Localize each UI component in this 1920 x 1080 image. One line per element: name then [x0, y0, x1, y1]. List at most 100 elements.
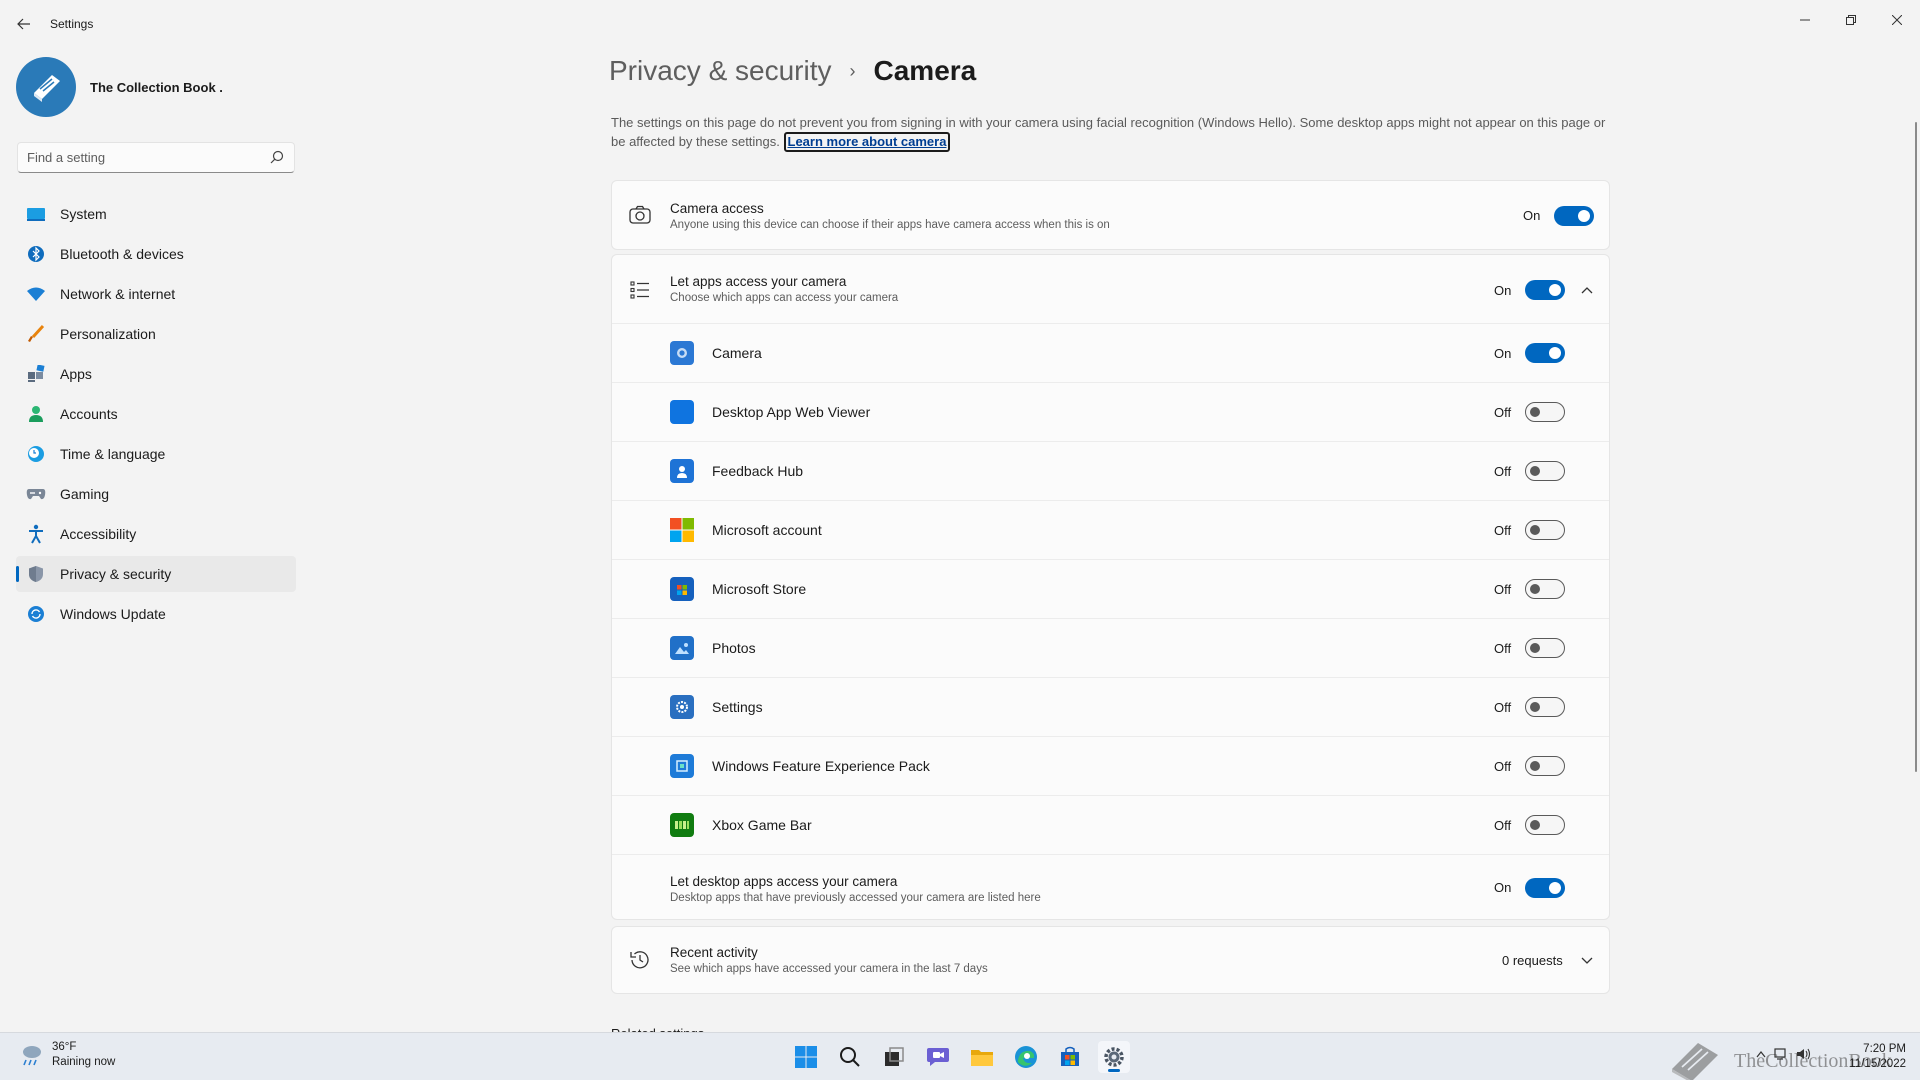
restore-button[interactable]	[1828, 4, 1874, 36]
app-name: Feedback Hub	[712, 463, 804, 479]
avatar	[16, 57, 76, 117]
app-row-settings: Settings Off	[612, 678, 1609, 737]
wifi-icon	[26, 284, 46, 304]
title-bar: Settings	[0, 0, 1920, 48]
minimize-button[interactable]	[1782, 4, 1828, 36]
sidebar-item-label: Privacy & security	[60, 566, 172, 582]
weather-widget[interactable]: 36°F Raining now	[18, 1040, 115, 1070]
sidebar-item-label: Personalization	[60, 326, 156, 342]
app-toggle-microsoft-store[interactable]	[1525, 579, 1565, 599]
sidebar-item-gaming[interactable]: Gaming	[16, 476, 296, 512]
sidebar-item-windows-update[interactable]: Windows Update	[16, 596, 296, 632]
sidebar-item-label: Time & language	[60, 446, 166, 462]
store-icon[interactable]	[1054, 1041, 1086, 1073]
app-row-xbox-game-bar: Xbox Game Bar Off	[612, 796, 1609, 855]
sidebar-item-accounts[interactable]: Accounts	[16, 396, 296, 432]
search-input[interactable]	[18, 143, 248, 172]
accessibility-icon	[26, 524, 46, 544]
start-icon[interactable]	[790, 1041, 822, 1073]
app-row-microsoft-store: Microsoft Store Off	[612, 560, 1609, 619]
desktop-apps-state: On	[1494, 880, 1512, 895]
desktop-apps-toggle[interactable]	[1525, 878, 1565, 898]
system-tray	[1756, 1047, 1812, 1064]
user-profile[interactable]: The Collection Book .	[16, 56, 223, 118]
back-arrow-icon[interactable]	[12, 12, 36, 36]
camera-access-row: Camera access Anyone using this device c…	[612, 181, 1609, 249]
sidebar-item-network[interactable]: Network & internet	[16, 276, 296, 312]
let-apps-state: On	[1494, 283, 1512, 298]
sidebar-nav: System Bluetooth & devices Network & int…	[16, 196, 296, 636]
network-icon[interactable]	[1774, 1047, 1788, 1064]
sidebar-item-label: Accounts	[60, 406, 118, 422]
app-name: Desktop App Web Viewer	[712, 404, 871, 420]
app-name: Microsoft account	[712, 522, 822, 538]
taskbar: 36°F Raining now TheCollectionBook 7:20 …	[0, 1032, 1920, 1080]
camera-icon	[629, 204, 651, 226]
app-toggle-desktop-app-web-viewer[interactable]	[1525, 402, 1565, 422]
vertical-scrollbar[interactable]	[1915, 122, 1917, 772]
search-icon	[270, 150, 284, 164]
app-toggle-xbox-game-bar[interactable]	[1525, 815, 1565, 835]
sidebar-item-privacy-security[interactable]: Privacy & security	[16, 556, 296, 592]
recent-activity-card[interactable]: Recent activity See which apps have acce…	[611, 926, 1610, 994]
profile-name: The Collection Book .	[90, 79, 223, 95]
app-access-card: Let apps access your camera Choose which…	[611, 254, 1610, 920]
sidebar-item-label: Bluetooth & devices	[60, 246, 184, 262]
sidebar-item-label: Accessibility	[60, 526, 137, 542]
sidebar-item-accessibility[interactable]: Accessibility	[16, 516, 296, 552]
page-title: Camera	[873, 55, 977, 86]
breadcrumb-parent[interactable]: Privacy & security	[609, 55, 832, 87]
let-apps-row: Let apps access your camera Choose which…	[612, 255, 1609, 324]
settings-icon[interactable]	[1098, 1041, 1130, 1073]
volume-icon[interactable]	[1796, 1047, 1812, 1064]
system-icon	[26, 204, 46, 224]
app-toggle-microsoft-account[interactable]	[1525, 520, 1565, 540]
book-logo-icon	[34, 75, 60, 102]
learn-more-link[interactable]: Learn more about camera	[783, 132, 951, 152]
app-state: Off	[1494, 640, 1512, 656]
app-toggle-feedback-hub[interactable]	[1525, 461, 1565, 481]
app-state: Off	[1494, 463, 1512, 479]
app-title: Settings	[50, 17, 94, 31]
brush-icon	[26, 324, 46, 344]
camera-access-toggle[interactable]	[1554, 206, 1594, 226]
chevron-up-tray-icon[interactable]	[1756, 1047, 1766, 1064]
desktop-apps-subtitle: Desktop apps that have previously access…	[670, 892, 1041, 904]
recent-activity-count: 0 requests	[1502, 953, 1563, 968]
sidebar-item-personalization[interactable]: Personalization	[16, 316, 296, 352]
list-icon	[629, 279, 651, 301]
sidebar-item-bluetooth[interactable]: Bluetooth & devices	[16, 236, 296, 272]
recent-activity-row: Recent activity See which apps have acce…	[612, 927, 1609, 993]
task-view-icon[interactable]	[878, 1041, 910, 1073]
chat-icon[interactable]	[922, 1041, 954, 1073]
weather-condition: Raining now	[52, 1056, 116, 1068]
apps-icon	[26, 364, 46, 384]
app-row-desktop-app-web-viewer: Desktop App Web Viewer Off	[612, 383, 1609, 442]
app-toggle-camera[interactable]	[1525, 343, 1565, 363]
edge-icon[interactable]	[1010, 1041, 1042, 1073]
app-toggle-settings[interactable]	[1525, 697, 1565, 717]
settings-app-icon	[670, 695, 694, 719]
sidebar-item-label: Apps	[60, 366, 92, 382]
sidebar-item-system[interactable]: System	[16, 196, 296, 232]
accounts-icon	[26, 404, 46, 424]
let-apps-toggle[interactable]	[1525, 280, 1565, 300]
clock-date: 11/15/2022	[1849, 1058, 1906, 1070]
sidebar-item-apps[interactable]: Apps	[16, 356, 296, 392]
search-icon[interactable]	[834, 1041, 866, 1073]
app-toggle-photos[interactable]	[1525, 638, 1565, 658]
xbox-game-bar-icon	[670, 813, 694, 837]
chevron-down-icon[interactable]	[1577, 951, 1597, 971]
clock[interactable]: 7:20 PM 11/15/2022	[1846, 1042, 1906, 1072]
weather-temp: 36°F	[52, 1041, 77, 1053]
chevron-up-icon[interactable]	[1577, 280, 1597, 300]
close-button[interactable]	[1874, 4, 1920, 36]
app-row-windows-feature-experience-pack: Windows Feature Experience Pack Off	[612, 737, 1609, 796]
sidebar-item-time-language[interactable]: Time & language	[16, 436, 296, 472]
file-explorer-icon[interactable]	[966, 1041, 998, 1073]
web-viewer-icon	[670, 400, 694, 424]
search-box[interactable]	[17, 142, 295, 173]
breadcrumb-separator: ›	[849, 60, 856, 81]
app-toggle-windows-feature-experience-pack[interactable]	[1525, 756, 1565, 776]
camera-access-title: Camera access	[670, 201, 764, 216]
